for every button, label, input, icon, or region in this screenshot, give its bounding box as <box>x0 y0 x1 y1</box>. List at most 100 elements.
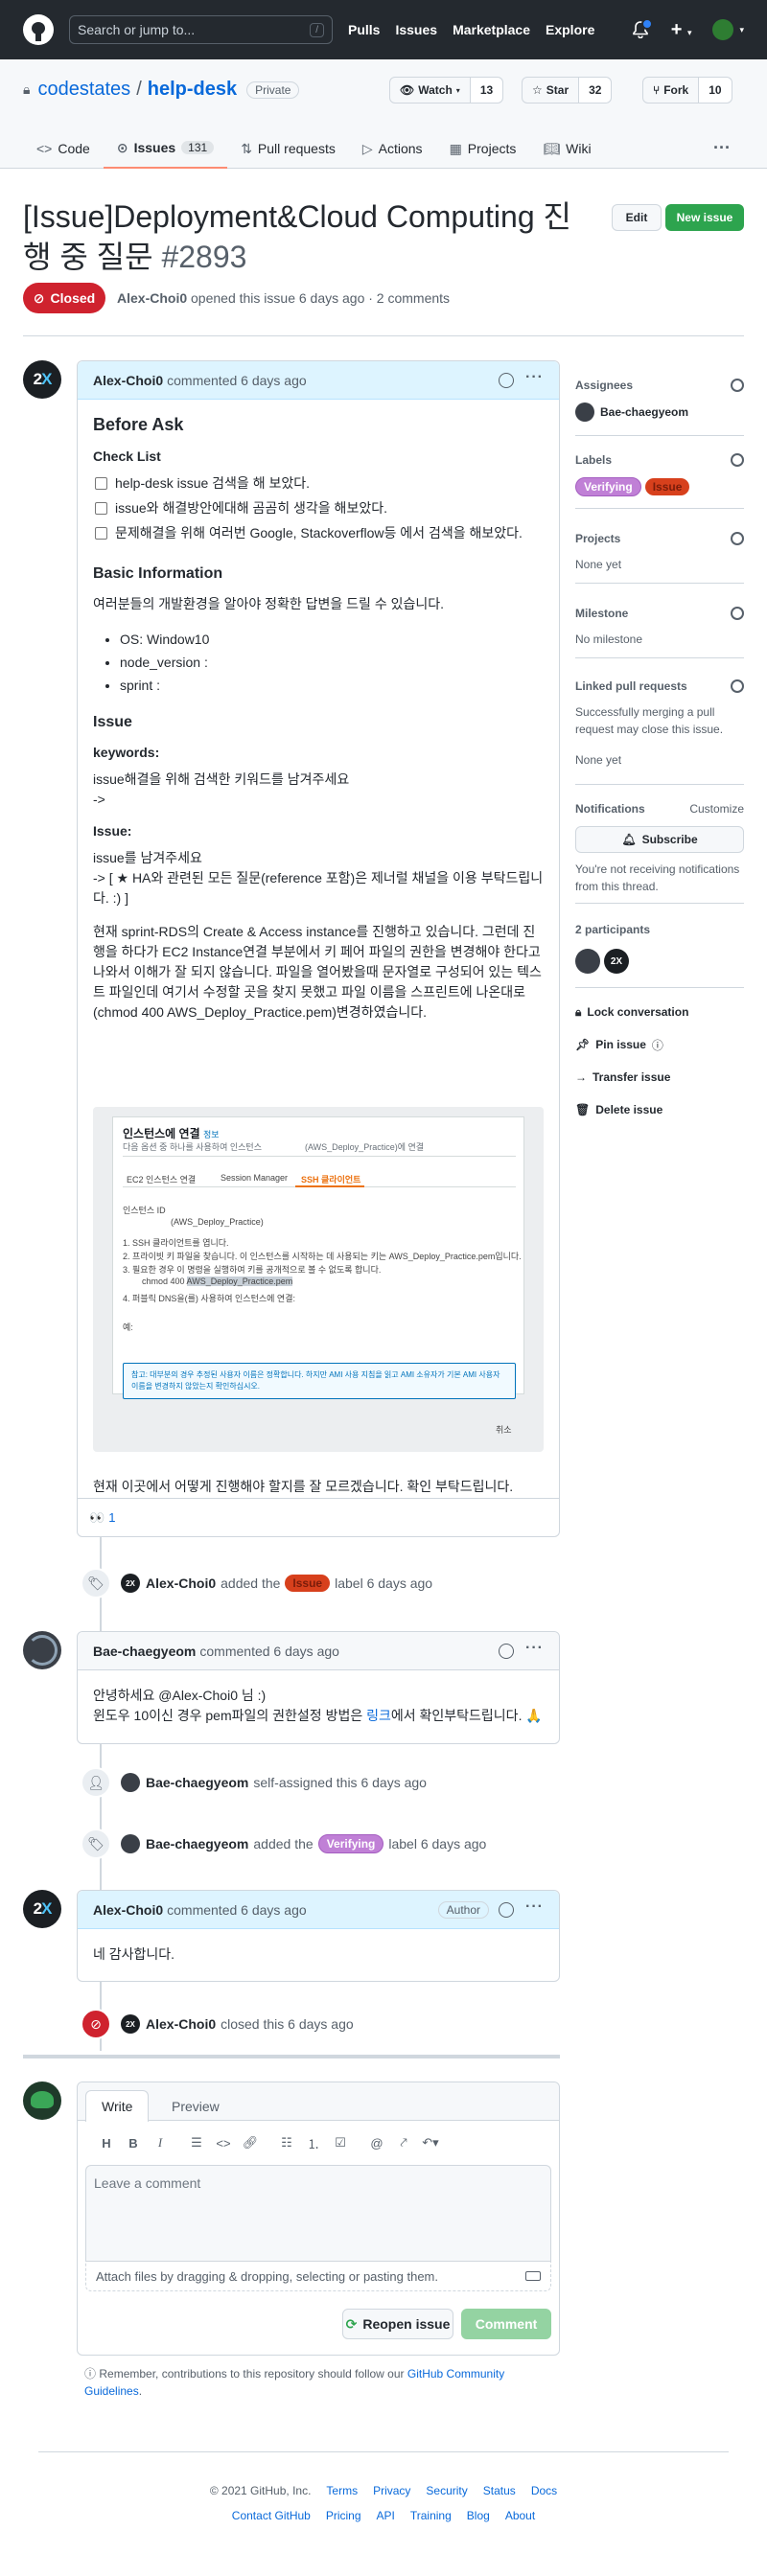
tab-write[interactable]: Write <box>85 2090 150 2122</box>
footer-link-training[interactable]: Training <box>410 2509 452 2522</box>
nav-explore[interactable]: Explore <box>546 22 594 37</box>
avatar[interactable]: 2X <box>121 1574 140 1593</box>
tab-preview[interactable]: Preview <box>156 2090 235 2122</box>
label-verifying[interactable]: Verifying <box>575 477 641 496</box>
comment-author[interactable]: Alex-Choi0 <box>93 1902 163 1918</box>
notifications-bell-icon[interactable] <box>632 18 653 38</box>
tab-code[interactable]: <> Code <box>23 128 104 169</box>
mention-icon[interactable]: @ <box>363 2132 390 2153</box>
task-checkbox[interactable] <box>95 501 107 515</box>
heading-icon[interactable]: H <box>93 2132 120 2153</box>
footer-link-security[interactable]: Security <box>426 2484 467 2497</box>
reaction-eyes[interactable]: 👀 1 <box>89 1510 115 1526</box>
avatar[interactable] <box>121 1834 140 1853</box>
comment-time[interactable]: commented 6 days ago <box>199 1644 339 1659</box>
comment-submit-button[interactable]: Comment <box>461 2309 551 2339</box>
comment-kebab-icon[interactable]: ··· <box>525 1640 544 1657</box>
chevron-down-icon[interactable]: ▾ <box>739 25 744 35</box>
avatar[interactable]: 2X <box>604 949 629 974</box>
task-checkbox[interactable] <box>95 526 107 540</box>
label-issue[interactable]: Issue <box>644 478 690 495</box>
label-verifying[interactable]: Verifying <box>317 1834 384 1853</box>
comment-author[interactable]: Alex-Choi0 <box>93 373 163 388</box>
event-user[interactable]: Bae-chaegyeom <box>146 1775 248 1790</box>
lock-conversation-button[interactable]: 🔒︎ Lock conversation <box>575 1002 688 1022</box>
add-reaction-icon[interactable] <box>499 372 515 388</box>
delete-issue-button[interactable]: 🗑︎ Delete issue <box>575 1100 662 1119</box>
add-reaction-icon[interactable] <box>499 1643 515 1659</box>
issue-author-link[interactable]: Alex-Choi0 <box>117 290 187 306</box>
quote-icon[interactable]: ☰ <box>183 2132 210 2153</box>
event-user[interactable]: Alex-Choi0 <box>146 1576 216 1591</box>
footer-link-terms[interactable]: Terms <box>326 2484 358 2497</box>
ordered-list-icon[interactable]: ⒈ <box>300 2132 327 2153</box>
gear-icon[interactable] <box>731 379 744 392</box>
edit-title-button[interactable]: Edit <box>612 204 662 231</box>
customize-link[interactable]: Customize <box>689 802 744 816</box>
avatar[interactable] <box>23 1631 61 1669</box>
milestone-heading[interactable]: Milestone <box>575 607 628 620</box>
watch-button[interactable]: 👁︎ Watch ▾ 13 <box>389 77 504 104</box>
gear-icon[interactable] <box>731 679 744 693</box>
tab-projects[interactable]: ▦ Projects <box>436 128 530 169</box>
comment-kebab-icon[interactable]: ··· <box>525 369 544 386</box>
comment-textarea[interactable]: Leave a comment <box>85 2165 551 2261</box>
cross-reference-icon[interactable]: ⤤ <box>390 2132 417 2153</box>
search-input[interactable]: Search or jump to... / <box>69 15 333 44</box>
footer-link-privacy[interactable]: Privacy <box>373 2484 410 2497</box>
italic-icon[interactable]: I <box>147 2132 174 2153</box>
comment-time[interactable]: commented 6 days ago <box>167 1902 307 1918</box>
footer-link-about[interactable]: About <box>505 2509 535 2522</box>
labels-heading[interactable]: Labels <box>575 453 612 467</box>
avatar[interactable] <box>121 1773 140 1792</box>
footer-link-status[interactable]: Status <box>483 2484 516 2497</box>
reopen-issue-button[interactable]: ⟳ Reopen issue <box>342 2309 453 2339</box>
comment-author[interactable]: Bae-chaegyeom <box>93 1644 196 1659</box>
transfer-issue-button[interactable]: → Transfer issue <box>575 1068 670 1087</box>
link-icon[interactable]: 🔗︎ <box>237 2132 264 2153</box>
tab-wiki[interactable]: 📖︎ Wiki <box>529 128 604 169</box>
user-avatar-menu[interactable] <box>712 19 734 40</box>
unordered-list-icon[interactable]: ☷ <box>273 2132 300 2153</box>
comment-time[interactable]: commented 6 days ago <box>167 373 307 388</box>
nav-marketplace[interactable]: Marketplace <box>453 22 530 37</box>
repo-name-link[interactable]: help-desk <box>148 79 237 101</box>
windows-permission-link[interactable]: 링크 <box>366 1708 391 1723</box>
task-list-icon[interactable]: ☑ <box>327 2132 354 2153</box>
reply-icon[interactable]: ↶▾ <box>417 2132 444 2153</box>
more-tabs-kebab-icon[interactable]: ··· <box>713 138 731 158</box>
repo-owner-link[interactable]: codestates <box>37 79 130 101</box>
create-new-plus-icon[interactable]: + ▾ <box>671 19 692 41</box>
fork-count[interactable]: 10 <box>698 78 732 103</box>
watch-count[interactable]: 13 <box>469 78 503 103</box>
projects-heading[interactable]: Projects <box>575 532 620 545</box>
avatar[interactable]: 2X <box>23 360 61 399</box>
add-reaction-icon[interactable] <box>499 1901 515 1918</box>
avatar[interactable]: 2X <box>121 2014 140 2034</box>
assignee-name[interactable]: Bae-chaegyeom <box>600 403 688 421</box>
footer-link-api[interactable]: API <box>377 2509 395 2522</box>
footer-link-pricing[interactable]: Pricing <box>326 2509 361 2522</box>
tab-pull-requests[interactable]: ⇅ Pull requests <box>227 128 349 169</box>
code-icon[interactable]: <> <box>210 2132 237 2153</box>
footer-link-docs[interactable]: Docs <box>531 2484 557 2497</box>
star-button[interactable]: ☆ Star 32 <box>522 77 613 104</box>
nav-issues[interactable]: Issues <box>395 22 437 37</box>
gear-icon[interactable] <box>731 607 744 620</box>
gear-icon[interactable] <box>731 453 744 467</box>
current-user-avatar[interactable] <box>23 2082 61 2120</box>
github-logo-icon[interactable] <box>23 14 54 45</box>
bold-icon[interactable]: B <box>120 2132 147 2153</box>
event-user[interactable]: Alex-Choi0 <box>146 2016 216 2032</box>
pin-issue-button[interactable]: 📌︎ Pin issue ⓘ <box>575 1035 663 1054</box>
star-count[interactable]: 32 <box>578 78 612 103</box>
comment-kebab-icon[interactable]: ··· <box>525 1898 544 1916</box>
label-issue[interactable]: Issue <box>285 1575 331 1592</box>
assignees-heading[interactable]: Assignees <box>575 379 633 392</box>
nav-pulls[interactable]: Pulls <box>348 22 380 37</box>
fork-button[interactable]: ⑂ Fork 10 <box>642 77 732 104</box>
gear-icon[interactable] <box>731 532 744 545</box>
attached-screenshot-image[interactable]: 인스턴스에 연결 정보 다음 옵션 중 하나를 사용하여 인스턴스 (AWS_D… <box>93 1107 544 1452</box>
subscribe-button[interactable]: 🔔︎ Subscribe <box>575 826 744 853</box>
attach-files-zone[interactable]: Attach files by dragging & dropping, sel… <box>85 2261 551 2291</box>
